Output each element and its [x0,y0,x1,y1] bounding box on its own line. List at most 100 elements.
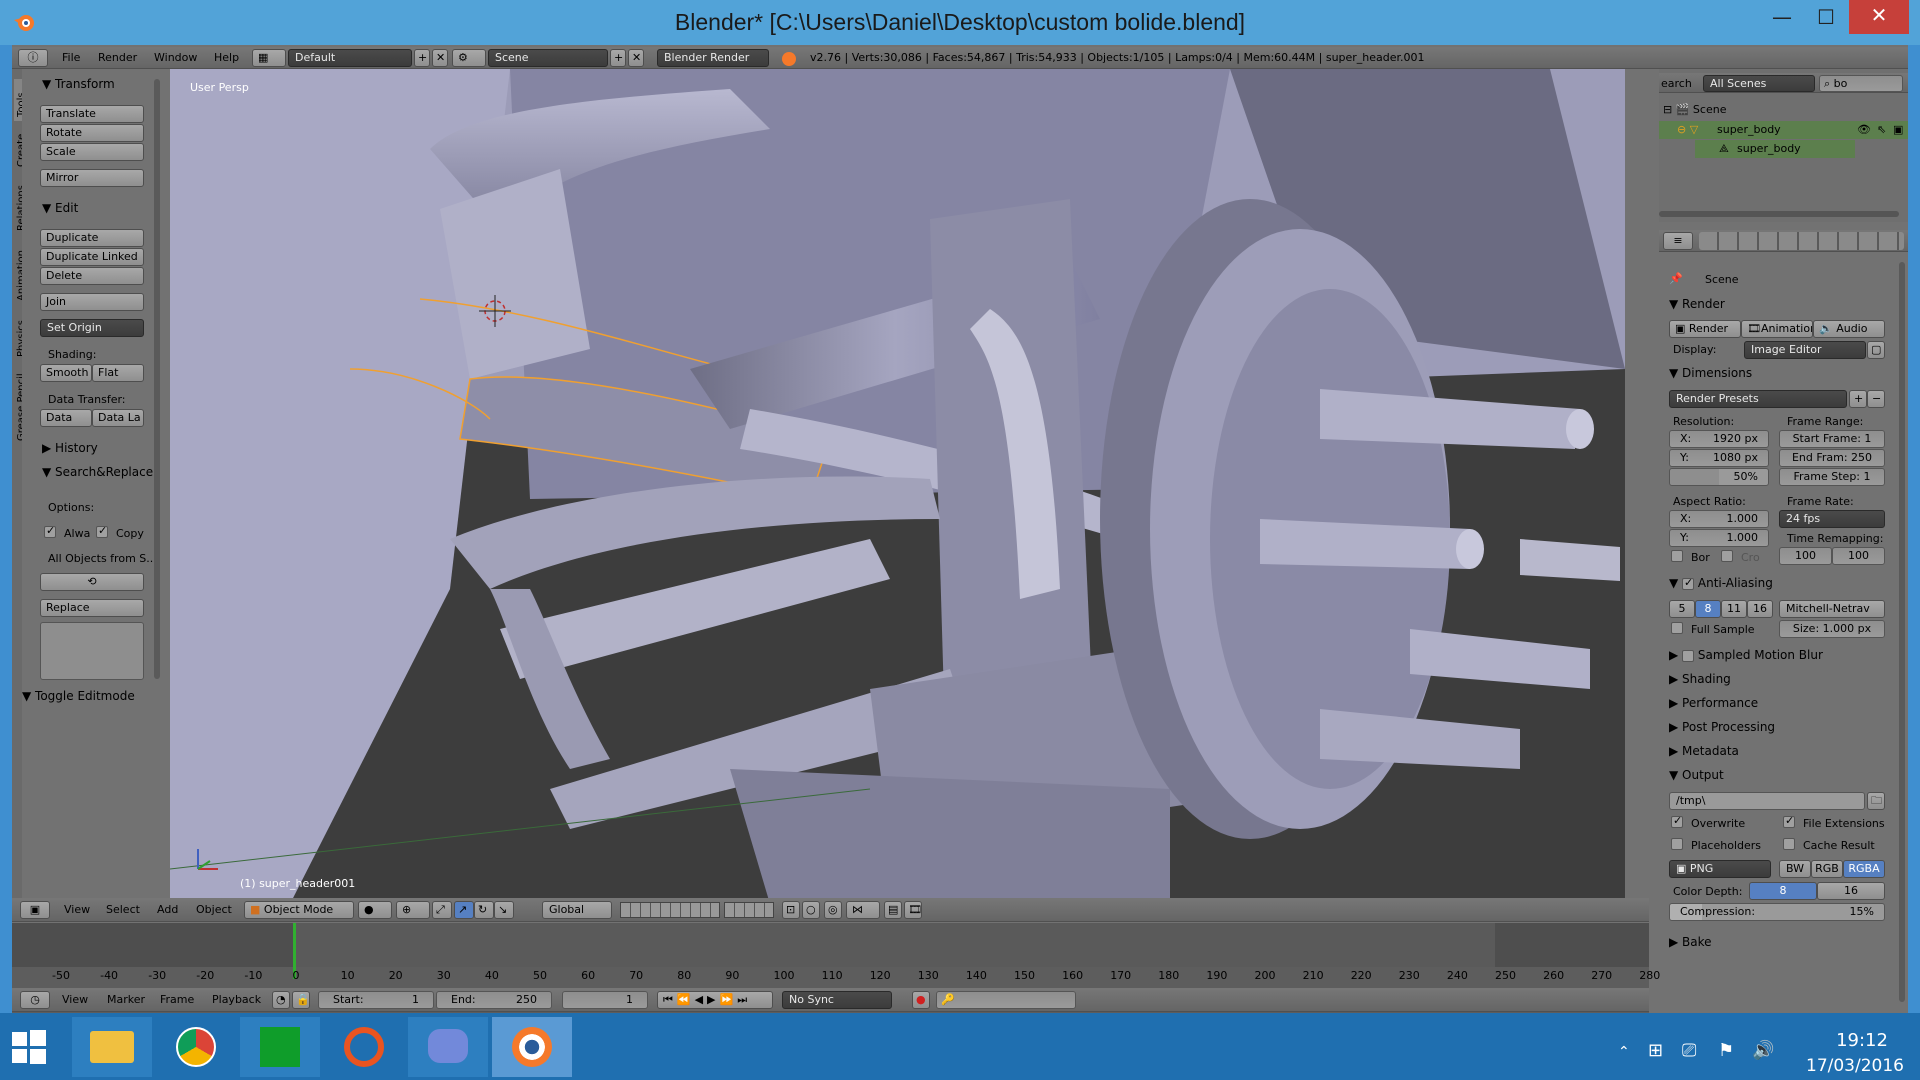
placeholders-checkbox[interactable] [1671,838,1683,850]
clock-time[interactable]: 19:12 [1812,1030,1912,1051]
display-lock-button[interactable]: ▢ [1867,341,1885,359]
full-sample-checkbox[interactable] [1671,622,1683,634]
aa-samples-11[interactable]: 11 [1721,600,1747,618]
pivot-selector[interactable]: ⊕ [396,901,430,919]
scale-button[interactable]: Scale [40,143,144,161]
render-presets-dropdown[interactable]: Render Presets [1669,390,1847,408]
motion-blur-checkbox[interactable] [1682,649,1695,662]
always-checkbox[interactable] [44,524,56,538]
outliner-filter-dropdown[interactable]: All Scenes [1703,75,1815,92]
edit-header[interactable]: ▼ Edit [42,201,78,215]
file-extensions-checkbox[interactable] [1783,814,1795,828]
menu-window[interactable]: Window [154,47,197,69]
menu-frame[interactable]: Frame [160,988,194,1012]
editor-type-3d-button[interactable]: ▣ [20,901,50,919]
menu-view[interactable]: View [64,898,90,922]
aa-samples-5[interactable]: 5 [1669,600,1695,618]
rotate-button[interactable]: Rotate [40,124,144,142]
translate-manipulator[interactable]: ↗ [454,901,474,919]
crop-checkbox[interactable] [1721,550,1733,562]
render-camera-icon[interactable]: ▣ [1893,123,1903,136]
layout-selector[interactable]: Default [288,49,412,67]
transform-header[interactable]: ▼ Transform [42,77,115,91]
file-explorer-icon[interactable] [72,1017,152,1077]
aa-samples-8[interactable]: 8 [1695,600,1721,618]
maximize-button[interactable]: ☐ [1804,2,1848,32]
history-header[interactable]: ▶ History [42,441,98,455]
aa-samples-16[interactable]: 16 [1747,600,1773,618]
file-format-dropdown[interactable]: ▣ PNG [1669,860,1771,878]
render-engine-selector[interactable]: Blender Render [657,49,769,67]
set-origin-dropdown[interactable]: Set Origin [40,319,144,337]
editor-type-timeline-button[interactable]: ◷ [20,991,50,1009]
data-button[interactable]: Data [40,409,92,427]
border-checkbox[interactable] [1671,550,1683,562]
fps-dropdown[interactable]: 24 fps [1779,510,1885,528]
aa-checkbox[interactable] [1682,576,1695,590]
snap-button[interactable]: ⋈ [846,901,880,919]
visibility-eye-icon[interactable]: 👁 [1857,123,1871,136]
layer-buttons[interactable] [620,902,720,918]
current-frame-input[interactable]: 1 [562,991,648,1009]
outliner-search-input[interactable]: ⌕ bo [1819,75,1903,92]
menu-object[interactable]: Object [196,898,232,922]
filter-size-field[interactable]: Size: 1.000 px [1779,620,1885,638]
proportional-edit-button[interactable]: ◎ [824,901,842,919]
pin-icon[interactable]: 📌 [1669,272,1683,285]
scene-add-button[interactable]: + [610,49,626,67]
layer-buttons-2[interactable] [724,902,774,918]
opengl-anim-button[interactable]: 🎞 [904,901,922,919]
manipulator-toggle[interactable]: ⤢ [432,901,452,919]
3d-viewport[interactable]: User Persp (1) super_header001 [170,69,1625,904]
duplicate-linked-button[interactable]: Duplicate Linked [40,248,144,266]
tray-up-arrow-icon[interactable]: ⌃ [1618,1044,1630,1060]
store-icon[interactable] [240,1017,320,1077]
tray-flag-icon[interactable]: ⚑ [1718,1040,1734,1061]
outliner-scrollbar[interactable] [1659,211,1899,217]
tray-windows-icon[interactable]: ⊞ [1648,1040,1663,1061]
preset-add-button[interactable]: + [1849,390,1867,408]
resolution-percentage-slider[interactable]: 50% [1669,468,1769,486]
aspect-x-field[interactable]: X: 1.000 [1669,510,1769,528]
color-bw-button[interactable]: BW [1779,860,1811,878]
shading-panel-header[interactable]: ▶ Shading [1669,672,1731,686]
search-replace-header[interactable]: ▼ Search&Replace [42,465,153,479]
sync-dropdown[interactable]: No Sync [782,991,892,1009]
windows-start-icon[interactable] [12,1030,46,1064]
toggle-editmode-header[interactable]: ▼ Toggle Editmode [22,689,135,703]
cache-result-checkbox[interactable] [1783,838,1795,850]
audio-button[interactable]: 🔈 Audio [1813,320,1885,338]
menu-add[interactable]: Add [157,898,178,922]
close-button[interactable]: ✕ [1849,0,1909,34]
smooth-button[interactable]: Smooth [40,364,92,382]
output-header[interactable]: ▼ Output [1669,768,1724,782]
compression-slider[interactable]: Compression: 15% [1669,903,1885,921]
lock-range-button[interactable]: 🔒 [292,991,310,1009]
anti-aliasing-header[interactable]: ▼ Anti-Aliasing [1669,576,1773,591]
rotate-manipulator[interactable]: ↻ [474,901,494,919]
folder-icon[interactable]: 🗀 [1867,792,1885,810]
outliner-mesh-row[interactable]: ⟁ super_body [1695,140,1855,158]
duplicate-button[interactable]: Duplicate [40,229,144,247]
blender-taskbar-icon[interactable] [492,1017,572,1077]
chrome-icon[interactable] [156,1017,236,1077]
post-processing-header[interactable]: ▶ Post Processing [1669,720,1775,734]
start-frame-field[interactable]: Start Frame: 1 [1779,430,1885,448]
render-panel-header[interactable]: ▼ Render [1669,297,1725,311]
metadata-header[interactable]: ▶ Metadata [1669,744,1739,758]
clock-date[interactable]: 17/03/2016 [1800,1056,1910,1076]
performance-panel-header[interactable]: ▶ Performance [1669,696,1758,710]
display-dropdown[interactable]: Image Editor [1744,341,1866,359]
properties-scrollbar[interactable] [1899,262,1905,1002]
replace-text-area[interactable] [40,622,144,680]
layout-icon[interactable]: ▦ [252,49,286,67]
ubuntu-icon[interactable] [324,1017,404,1077]
scale-manipulator[interactable]: ↘ [494,901,514,919]
output-path-input[interactable]: /tmp\ [1669,792,1865,810]
remap-new-field[interactable]: 100 [1832,547,1885,565]
menu-help[interactable]: Help [214,47,239,69]
properties-context-tabs[interactable] [1699,232,1904,250]
tool-shelf-scrollbar[interactable] [154,79,160,679]
end-frame-input[interactable]: End: 250 [436,991,552,1009]
menu-marker[interactable]: Marker [107,988,145,1012]
